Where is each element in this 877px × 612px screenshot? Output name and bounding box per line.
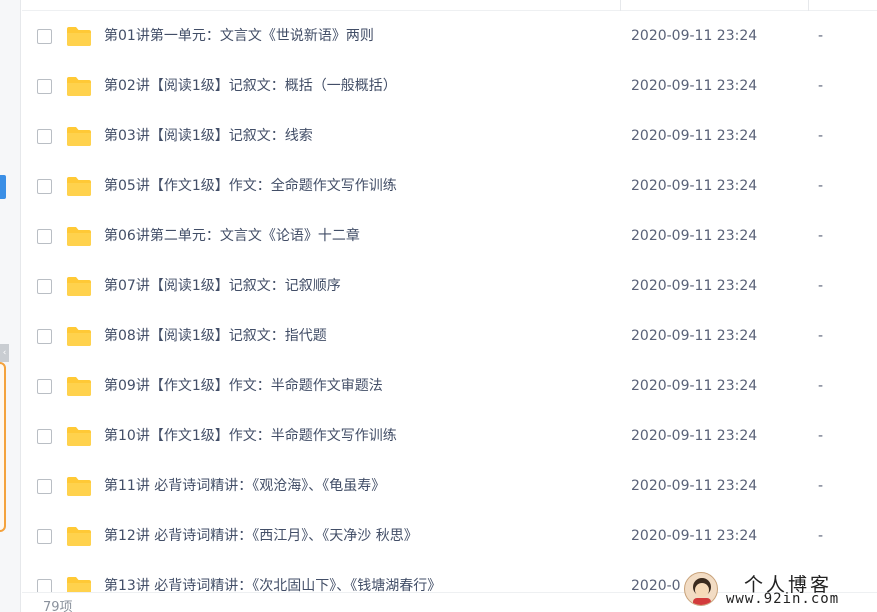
file-modified-date: 2020-09-11 23:24 [631,178,758,194]
file-row[interactable]: 第05讲【作文1级】作文：全命题作文写作训练 2020-09-11 23:24 - [22,161,877,211]
folder-icon [67,227,91,246]
file-size: - [818,28,824,44]
file-size: - [818,528,824,544]
file-name[interactable]: 第10讲【作文1级】作文：半命题作文写作训练 [104,411,397,461]
file-size: - [818,478,824,494]
file-name[interactable]: 第05讲【作文1级】作文：全命题作文写作训练 [104,161,397,211]
file-row[interactable]: 第01讲第一单元：文言文《世说新语》两则 2020-09-11 23:24 - [22,11,877,61]
row-checkbox[interactable] [37,479,52,494]
row-checkbox[interactable] [37,179,52,194]
file-modified-date: 2020-09-11 23:24 [631,78,758,94]
folder-icon [67,177,91,196]
file-modified-date: 2020-09-11 23:24 [631,428,758,444]
file-name[interactable]: 第12讲 必背诗词精讲：《西江月》、《天净沙 秋思》 [104,511,418,561]
folder-icon [67,27,91,46]
file-modified-date: 2020-09-11 23:24 [631,28,758,44]
row-checkbox[interactable] [37,529,52,544]
file-list: 第01讲第一单元：文言文《世说新语》两则 2020-09-11 23:24- 第02… [22,11,877,611]
file-modified-date: 2020-09-11 23:24 [631,478,758,494]
watermark-url: www.92in.com [726,591,840,607]
chevron-left-icon[interactable]: ‹ [0,344,9,362]
folder-icon [67,377,91,396]
file-modified-date: 2020-09-11 23:24 [631,128,758,144]
file-manager-window: ‹ 第01讲第一单元：文言文《世说新语》两则 2020-09-11 23:24- 第… [0,0,877,612]
file-size: - [818,278,824,294]
side-panel-active-indicator [0,175,6,199]
avatar [684,572,718,606]
folder-icon [67,77,91,96]
folder-icon [67,127,91,146]
file-row[interactable]: 第09讲【作文1级】作文：半命题作文审题法 2020-09-11 23:24 - [22,361,877,411]
file-name[interactable]: 第09讲【作文1级】作文：半命题作文审题法 [104,361,383,411]
file-name[interactable]: 第06讲第二单元：文言文《论语》十二章 [104,211,360,261]
row-checkbox[interactable] [37,329,52,344]
header-divider[interactable] [808,0,809,11]
row-checkbox[interactable] [37,429,52,444]
folder-icon [67,477,91,496]
file-row[interactable]: 第08讲【阅读1级】记叙文：指代题 2020-09-11 23:24 - [22,311,877,361]
row-checkbox[interactable] [37,79,52,94]
file-row[interactable]: 第12讲 必背诗词精讲：《西江月》、《天净沙 秋思》 2020-09-11 23:… [22,511,877,561]
file-size: - [818,378,824,394]
watermark: 个人博客 www.92in.com [684,568,874,610]
side-panel-card[interactable] [0,362,6,532]
file-size: - [818,78,824,94]
file-name[interactable]: 第08讲【阅读1级】记叙文：指代题 [104,311,327,361]
file-name[interactable]: 第11讲 必背诗词精讲：《观沧海》、《龟虽寿》 [104,461,385,511]
file-size: - [818,178,824,194]
file-size: - [818,328,824,344]
file-modified-date: 2020-09-11 23:24 [631,378,758,394]
file-row[interactable]: 第10讲【作文1级】作文：半命题作文写作训练 2020-09-11 23:24 - [22,411,877,461]
file-modified-date: 2020-09-11 23:24 [631,228,758,244]
file-size: - [818,228,824,244]
file-row[interactable]: 第11讲 必背诗词精讲：《观沧海》、《龟虽寿》 2020-09-11 23:24 - [22,461,877,511]
row-checkbox[interactable] [37,279,52,294]
folder-icon [67,527,91,546]
file-name[interactable]: 第02讲【阅读1级】记叙文：概括（一般概括） [104,61,397,111]
folder-icon [67,327,91,346]
row-checkbox[interactable] [37,379,52,394]
file-name[interactable]: 第07讲【阅读1级】记叙文：记叙顺序 [104,261,341,311]
folder-icon [67,277,91,296]
file-modified-date: 2020-09-11 23:24 [631,328,758,344]
file-modified-date: 2020-09-11 23:24 [631,278,758,294]
file-size: - [818,128,824,144]
file-name[interactable]: 第01讲第一单元：文言文《世说新语》两则 [104,11,374,61]
row-checkbox[interactable] [37,229,52,244]
file-row[interactable]: 第02讲【阅读1级】记叙文：概括（一般概括） 2020-09-11 23:24 - [22,61,877,111]
side-panel: ‹ [0,0,21,612]
header-divider[interactable] [620,0,621,11]
list-header [22,0,877,11]
file-row[interactable]: 第03讲【阅读1级】记叙文：线索 2020-09-11 23:24 - [22,111,877,161]
row-checkbox[interactable] [37,29,52,44]
file-row[interactable]: 第07讲【阅读1级】记叙文：记叙顺序 2020-09-11 23:24 - [22,261,877,311]
row-checkbox[interactable] [37,129,52,144]
file-size: - [818,428,824,444]
file-row[interactable]: 第06讲第二单元：文言文《论语》十二章 2020-09-11 23:24 - [22,211,877,261]
file-name[interactable]: 第03讲【阅读1级】记叙文：线索 [104,111,313,161]
item-count: 79项 [43,600,73,612]
file-modified-date: 2020-09-11 23:24 [631,528,758,544]
folder-icon [67,427,91,446]
